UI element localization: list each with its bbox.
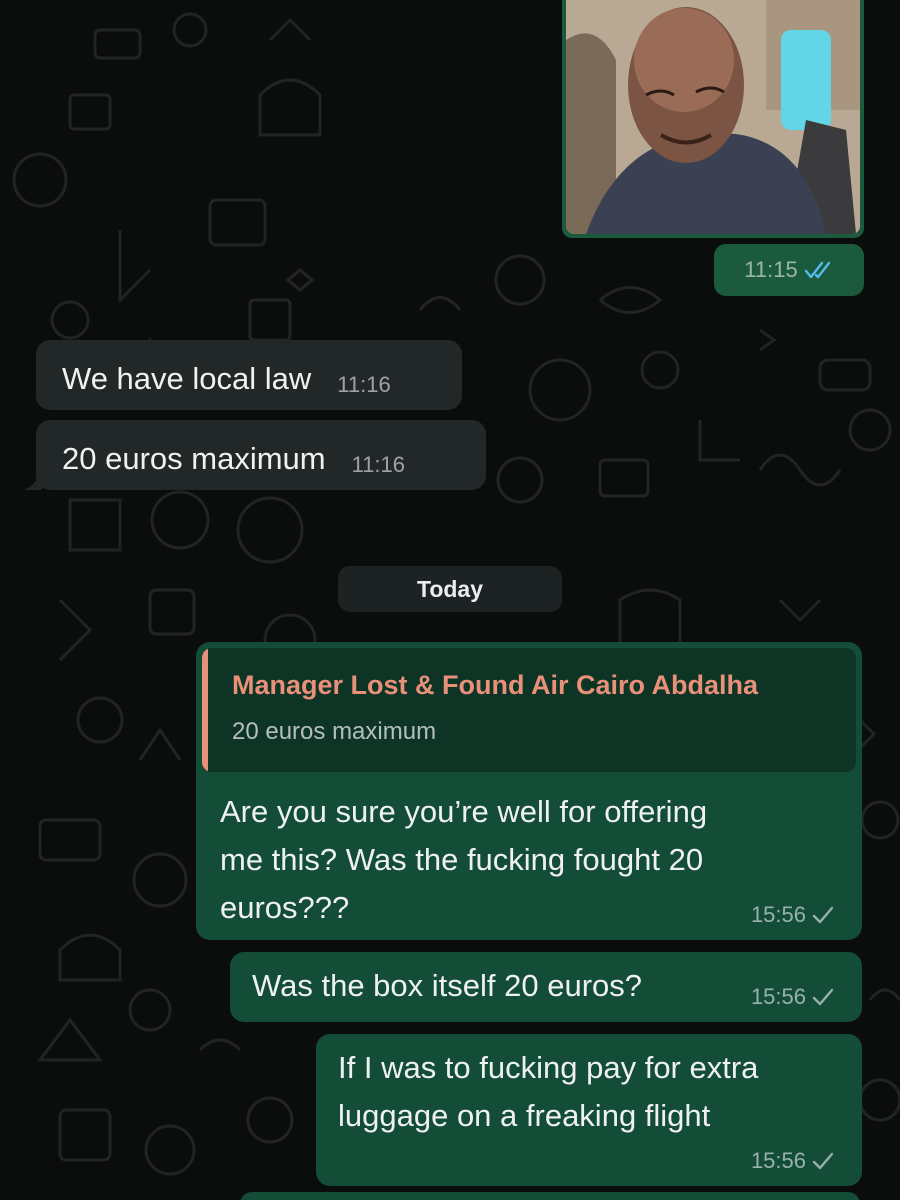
image-message-bubble[interactable] [562, 0, 864, 238]
photo-content [566, 0, 860, 234]
message-text-line: Are you sure you’re well for offering [220, 794, 708, 829]
single-check-icon [812, 906, 834, 924]
message-text-line: euros??? [220, 890, 350, 925]
reply-message-bubble[interactable]: Manager Lost & Found Air Cairo Abdalha 2… [196, 642, 862, 940]
quote-accent-bar [202, 648, 208, 772]
message-text-line: If I was to fucking pay for extra [338, 1050, 759, 1085]
outgoing-message[interactable]: If I was to fucking pay for extra luggag… [316, 1034, 862, 1186]
message-text: 20 euros maximum [62, 441, 326, 476]
outgoing-message[interactable]: Was the box itself 20 euros? 15:56 [230, 952, 862, 1022]
single-check-icon [812, 1152, 834, 1170]
double-check-read-icon [804, 261, 830, 279]
quote-text: 20 euros maximum [232, 718, 437, 745]
message-time: 11:15 [744, 257, 798, 282]
message-time: 11:16 [351, 452, 406, 477]
image-message-meta: 11:15 [714, 244, 864, 296]
message-time: 15:56 [750, 1148, 806, 1173]
message-time: 11:16 [337, 372, 391, 397]
message-text-line: me this? Was the fucking fought 20 [220, 842, 704, 877]
quote-author: Manager Lost & Found Air Cairo Abdalha [232, 670, 759, 700]
single-check-icon [812, 988, 834, 1006]
message-meta: 15:56 [751, 1148, 834, 1174]
message-meta: 15:56 [751, 984, 834, 1010]
date-divider: Today [338, 566, 562, 612]
quoted-message[interactable]: Manager Lost & Found Air Cairo Abdalha 2… [202, 648, 856, 772]
message-text-line: luggage on a freaking flight [338, 1098, 711, 1133]
incoming-message[interactable]: 20 euros maximum 11:16 [24, 420, 486, 490]
message-text: We have local law [62, 361, 312, 396]
sent-photo[interactable] [566, 0, 860, 234]
bubble-tail [24, 472, 42, 490]
message-time: 15:56 [750, 984, 806, 1009]
message-time: 15:56 [750, 902, 806, 927]
next-message-bubble[interactable] [240, 1192, 860, 1200]
message-text: Was the box itself 20 euros? [252, 968, 642, 1003]
message-meta: 15:56 [751, 902, 834, 928]
incoming-message[interactable]: We have local law 11:16 [36, 340, 462, 410]
